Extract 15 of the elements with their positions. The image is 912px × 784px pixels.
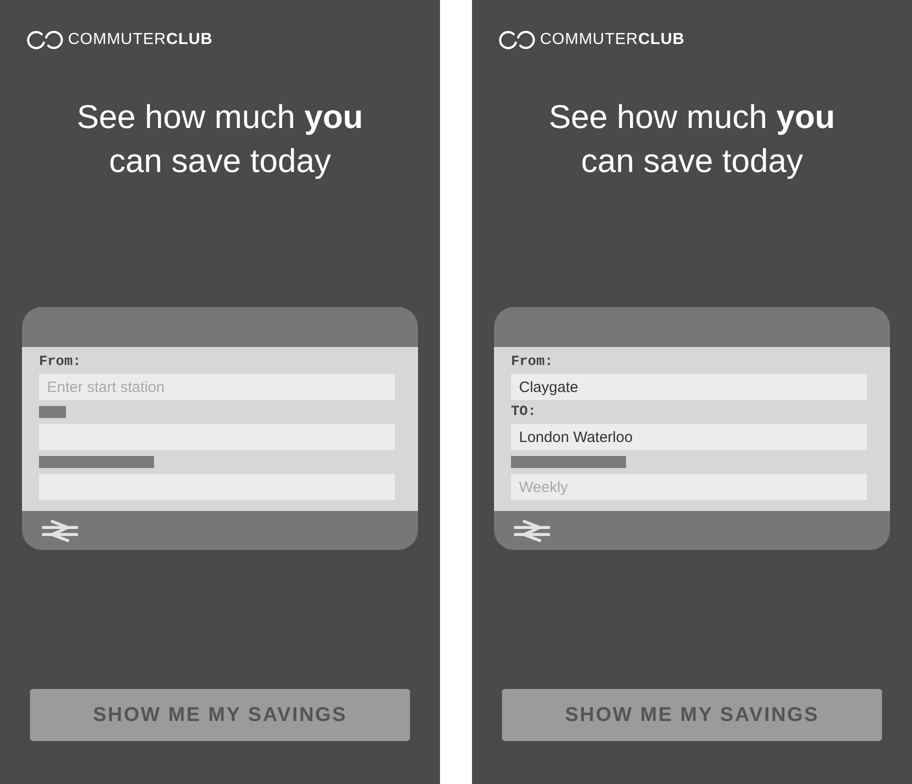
logo-rings-icon — [498, 30, 536, 50]
station-input-field[interactable]: London Waterloo — [511, 424, 867, 450]
station-input-field[interactable]: Claygate — [511, 374, 867, 400]
logo-wordmark: COMMUTERCLUB — [68, 32, 213, 48]
rail-arrows-icon — [514, 520, 550, 542]
station-input-field[interactable]: Weekly — [511, 474, 867, 500]
field-label: From: — [39, 355, 82, 369]
field-label: From: — [511, 355, 554, 369]
logo-wordmark: COMMUTERCLUB — [540, 32, 685, 48]
logo-rings-icon — [26, 30, 64, 50]
station-input-field[interactable]: Enter start station — [39, 374, 395, 400]
headline: See how much you can save today — [548, 97, 836, 181]
field-label: TO: — [511, 405, 536, 419]
rail-arrows-icon — [42, 520, 78, 542]
headline: See how much you can save today — [76, 97, 364, 181]
